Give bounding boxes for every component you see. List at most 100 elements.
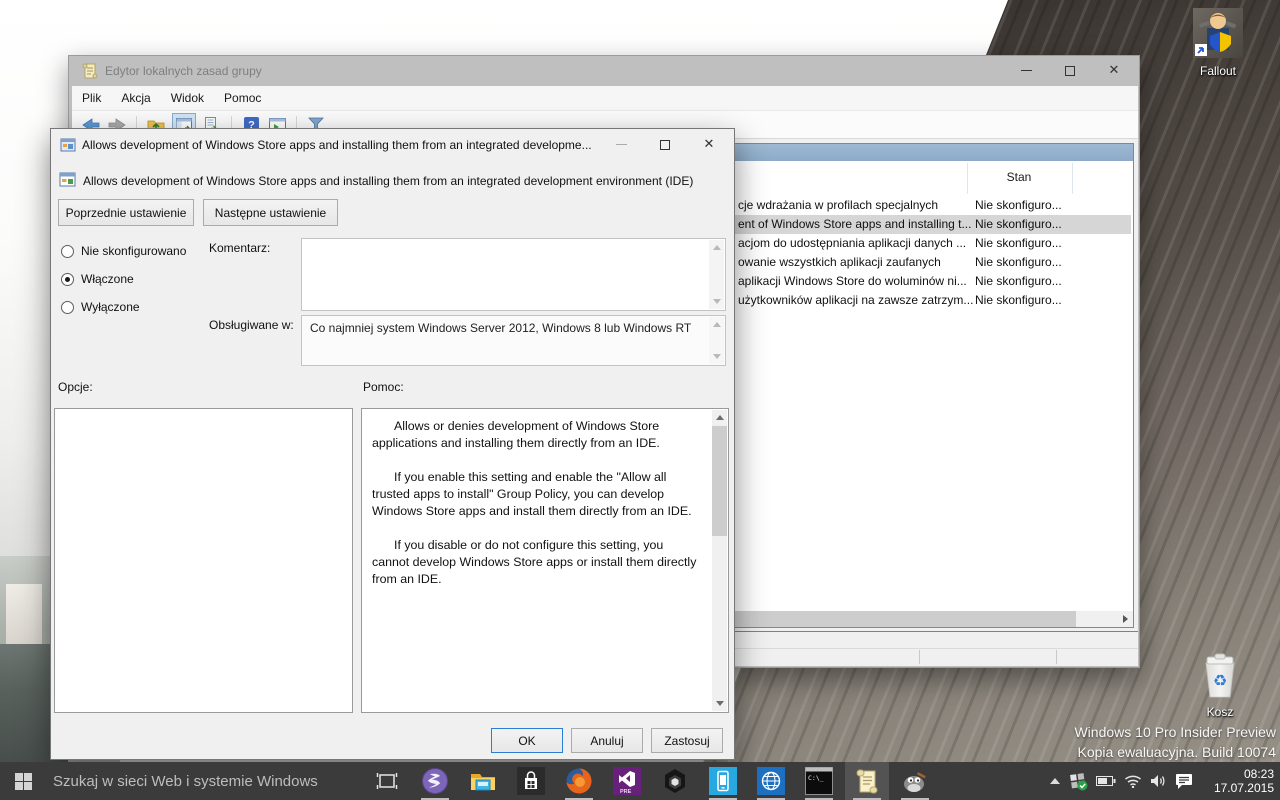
help-paragraph: Allows or denies development of Windows … [372, 418, 700, 452]
help-paragraph: If you disable or do not configure this … [372, 537, 700, 588]
radio-label: Nie skonfigurowano [81, 244, 186, 258]
svg-text:♻: ♻ [1213, 671, 1227, 690]
scroll-down-arrow[interactable] [709, 294, 724, 309]
minimize-icon [1021, 70, 1032, 71]
policy-setting-icon [59, 171, 77, 189]
windows-logo-icon [15, 773, 32, 790]
next-setting-button[interactable]: Następne ustawienie [203, 199, 338, 226]
taskbar-file-explorer-button[interactable] [461, 762, 505, 800]
gp-close-button[interactable]: ✕ [1092, 56, 1136, 85]
scroll-down-arrow[interactable] [712, 696, 727, 711]
taskbar-phone-emulator-button[interactable] [701, 762, 745, 800]
radio-icon-selected[interactable] [61, 273, 74, 286]
menu-plik[interactable]: Plik [72, 91, 111, 105]
taskbar-search[interactable]: Szukaj w sieci Web i systemie Windows [47, 762, 365, 800]
policy-setting-dialog: Allows development of Windows Store apps… [50, 128, 735, 760]
statusbar-divider [919, 650, 920, 664]
start-button[interactable] [0, 762, 47, 800]
menu-akcja[interactable]: Akcja [111, 91, 160, 105]
column-separator[interactable] [1072, 163, 1073, 194]
gp-maximize-button[interactable] [1048, 56, 1092, 85]
fallout-shortcut-icon [1193, 8, 1243, 58]
security-status-icon[interactable] [1069, 772, 1088, 791]
menu-pomoc[interactable]: Pomoc [214, 91, 271, 105]
dialog-close-button[interactable]: ✕ [687, 130, 731, 159]
battery-icon[interactable] [1096, 775, 1116, 787]
command-prompt-icon: C:\_ [805, 767, 833, 795]
dialog-titlebar[interactable]: Allows development of Windows Store apps… [51, 129, 734, 160]
scroll-right-arrow[interactable] [1117, 611, 1133, 627]
policy-name: ent of Windows Store apps and installing… [738, 217, 971, 231]
recycle-bin-icon: ♻ [1199, 653, 1241, 699]
action-center-icon[interactable] [1174, 772, 1194, 790]
wallpaper-lighthouse [6, 584, 42, 646]
supported-on-value: Co najmniej system Windows Server 2012, … [302, 316, 725, 335]
policy-name: cje wdrażania w profilach specjalnych [738, 198, 938, 212]
radio-enabled[interactable]: Włączone [61, 272, 134, 286]
gimp-icon [901, 767, 929, 795]
scrollbar-thumb[interactable] [712, 426, 727, 536]
radio-icon[interactable] [61, 245, 74, 258]
options-pane[interactable] [54, 408, 353, 713]
desktop-icon-fallout[interactable]: Fallout [1178, 8, 1258, 78]
file-explorer-icon [469, 767, 497, 795]
taskbar-task-view-button[interactable] [365, 762, 409, 800]
volume-icon[interactable] [1150, 774, 1166, 788]
dialog-maximize-button[interactable] [643, 130, 687, 159]
comment-label: Komentarz: [209, 241, 270, 255]
help-scrollbar[interactable] [712, 410, 727, 711]
search-placeholder: Szukaj w sieci Web i systemie Windows [53, 773, 318, 790]
comment-scrollbar[interactable] [709, 240, 724, 309]
desktop-icon-label: Kosz [1180, 705, 1260, 719]
unity-icon [661, 767, 689, 795]
scroll-up-arrow[interactable] [709, 317, 724, 332]
apply-button[interactable]: Zastosuj [651, 728, 723, 753]
radio-disabled[interactable]: Wyłączone [61, 300, 140, 314]
taskbar-spartan-browser-button[interactable] [749, 762, 793, 800]
radio-not-configured[interactable]: Nie skonfigurowano [61, 244, 186, 258]
close-icon: ✕ [704, 138, 715, 151]
help-pane[interactable]: Allows or denies development of Windows … [361, 408, 729, 713]
supported-on-label: Obsługiwane w: [209, 318, 294, 332]
watermark-line2: Kopia ewaluacyjna. Build 10074 [1074, 742, 1276, 762]
comment-textarea[interactable] [301, 238, 726, 311]
taskbar-command-prompt-button[interactable]: C:\_ [797, 762, 841, 800]
taskbar-clock[interactable]: 08:23 17.07.2015 [1202, 767, 1274, 795]
firefox-icon [565, 767, 593, 795]
scroll-up-arrow[interactable] [709, 240, 724, 255]
taskbar-windows-store-button[interactable] [509, 762, 553, 800]
scroll-down-arrow[interactable] [709, 349, 724, 364]
supported-on-box[interactable]: Co najmniej system Windows Server 2012, … [301, 315, 726, 366]
column-header-stan[interactable]: Stan [967, 170, 1071, 184]
system-tray: 08:23 17.07.2015 [1049, 762, 1280, 800]
visual-studio-icon: PRE [613, 767, 641, 795]
statusbar-divider [1056, 650, 1057, 664]
gp-editor-titlebar[interactable]: Edytor lokalnych zasad grupy ✕ [69, 56, 1139, 86]
policy-name: aplikacji Windows Store do woluminów ni.… [738, 274, 967, 288]
radio-icon[interactable] [61, 301, 74, 314]
help-text: Allows or denies development of Windows … [362, 409, 712, 588]
desktop-icon-recycle-bin[interactable]: ♻ Kosz [1180, 653, 1260, 719]
supported-scrollbar[interactable] [709, 317, 724, 364]
taskbar-gimp-button[interactable] [893, 762, 937, 800]
scroll-up-arrow[interactable] [712, 410, 727, 425]
menu-widok[interactable]: Widok [161, 91, 214, 105]
cancel-button[interactable]: Anuluj [571, 728, 643, 753]
build-watermark: Windows 10 Pro Insider Preview Kopia ewa… [1074, 722, 1276, 762]
gp-minimize-button[interactable] [1004, 56, 1048, 85]
hidden-icons-chevron[interactable] [1049, 776, 1061, 786]
help-label: Pomoc: [363, 380, 404, 394]
wifi-icon[interactable] [1124, 774, 1142, 788]
radio-label: Włączone [81, 272, 134, 286]
previous-setting-button[interactable]: Poprzednie ustawienie [58, 199, 194, 226]
desktop-icon-label: Fallout [1178, 64, 1258, 78]
dialog-minimize-button [599, 130, 643, 159]
taskbar-group-policy-editor-button[interactable] [845, 762, 889, 800]
gp-editor-window-title: Edytor lokalnych zasad grupy [105, 64, 262, 78]
taskbar-firefox-button[interactable] [557, 762, 601, 800]
taskbar-unity-button[interactable] [653, 762, 697, 800]
taskbar-visual-studio-button[interactable]: PRE [605, 762, 649, 800]
svg-text:PRE: PRE [620, 789, 632, 795]
ok-button[interactable]: OK [491, 728, 563, 753]
taskbar-emacs-button[interactable] [413, 762, 457, 800]
